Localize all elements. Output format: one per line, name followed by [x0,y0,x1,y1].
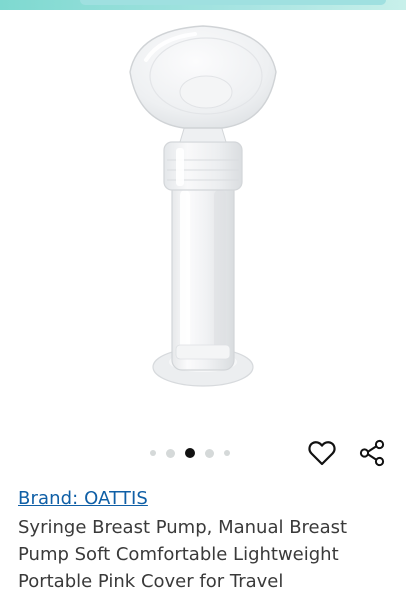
tube-shadow [214,190,226,355]
share-icon [359,439,385,467]
product-page: Brand: OATTIS Syringe Breast Pump, Manua… [0,0,406,600]
share-button[interactable] [356,437,388,469]
carousel-dot-active[interactable] [185,448,195,458]
tube-highlight [180,190,190,355]
collar-highlight [176,148,184,186]
top-banner-tab [80,0,386,5]
brand-link[interactable]: Brand: OATTIS [18,488,148,509]
heart-outline-icon [308,441,336,466]
tube-plunger [175,344,231,360]
product-image[interactable] [0,10,406,430]
carousel-dot[interactable] [166,448,175,458]
pump-collar [163,141,243,191]
flange-center [179,75,233,109]
image-carousel-indicator[interactable] [150,445,230,461]
top-banner-strip [0,0,406,10]
carousel-dot[interactable] [224,450,230,456]
wishlist-button[interactable] [306,437,338,469]
carousel-dot[interactable] [205,448,214,458]
carousel-dot[interactable] [150,450,156,456]
product-title: Syringe Breast Pump, Manual Breast Pump … [18,517,348,592]
